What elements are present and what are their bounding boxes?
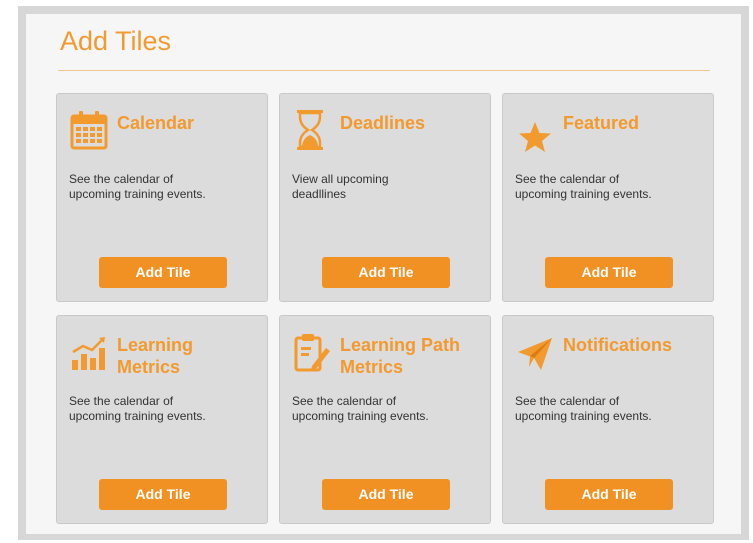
tile-title: Notifications bbox=[563, 335, 673, 355]
add-tile-button-deadlines[interactable]: Add Tile bbox=[322, 257, 450, 288]
tile-description: See the calendar of upcoming training ev… bbox=[515, 172, 652, 201]
add-tile-button-notifications[interactable]: Add Tile bbox=[545, 479, 673, 510]
tile-description: See the calendar of upcoming training ev… bbox=[292, 394, 429, 423]
title-divider bbox=[58, 70, 710, 71]
panel-title: Add Tiles bbox=[60, 26, 172, 56]
tile-description: See the calendar of upcoming training ev… bbox=[69, 172, 206, 201]
tile-featured: Featured See the calendar of upcoming tr… bbox=[502, 93, 714, 302]
tile-title: Deadlines bbox=[340, 113, 426, 133]
tile-title: Learning Metrics bbox=[117, 335, 194, 377]
tile-calendar: Calendar See the calendar of upcoming tr… bbox=[56, 93, 268, 302]
hourglass-icon bbox=[292, 108, 332, 152]
tile-title: Featured bbox=[563, 113, 640, 133]
tile-description: See the calendar of upcoming training ev… bbox=[69, 394, 206, 423]
tile-title: Learning Path Metrics bbox=[340, 335, 461, 377]
add-tile-button-learning-path-metrics[interactable]: Add Tile bbox=[322, 479, 450, 510]
add-tile-button-learning-metrics[interactable]: Add Tile bbox=[99, 479, 227, 510]
tile-deadlines: Deadlines View all upcoming deadllines A… bbox=[279, 93, 491, 302]
bar-chart-icon bbox=[69, 330, 109, 374]
add-tiles-panel: Add Tiles Calendar See the calendar of u… bbox=[26, 14, 741, 534]
clipboard-icon bbox=[292, 330, 332, 374]
tile-learning-path-metrics: Learning Path Metrics See the calendar o… bbox=[279, 315, 491, 524]
paper-plane-icon bbox=[515, 330, 555, 374]
calendar-icon bbox=[69, 108, 109, 152]
add-tile-button-featured[interactable]: Add Tile bbox=[545, 257, 673, 288]
tile-notifications: Notifications See the calendar of upcomi… bbox=[502, 315, 714, 524]
tile-title: Calendar bbox=[117, 113, 195, 133]
tile-description: See the calendar of upcoming training ev… bbox=[515, 394, 652, 423]
tile-description: View all upcoming deadllines bbox=[292, 172, 389, 201]
tile-learning-metrics: Learning Metrics See the calendar of upc… bbox=[56, 315, 268, 524]
add-tile-button-calendar[interactable]: Add Tile bbox=[99, 257, 227, 288]
star-icon bbox=[515, 108, 555, 152]
